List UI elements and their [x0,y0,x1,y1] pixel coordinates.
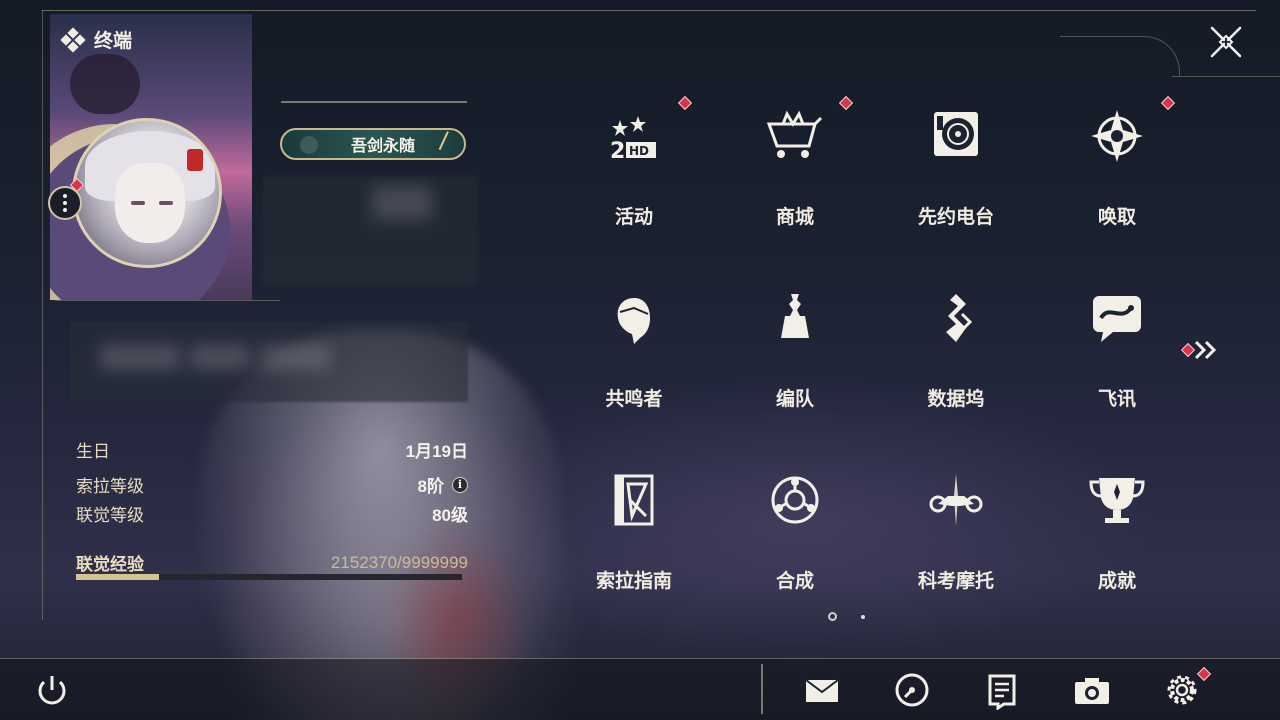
menu-item-convene[interactable]: 唤取 [1067,94,1176,234]
stat-union-level: 联觉等级 80级 [76,501,468,526]
menu-item-event[interactable]: 2 HD 活动 [584,94,693,234]
menu-item-shop[interactable]: 商城 [745,94,854,234]
event-badge [677,95,693,111]
union-level-label: 联觉等级 [76,506,144,525]
bottom-divider-line [0,658,1280,659]
menu-item-label: 科考摩托 [917,571,994,592]
menu-item-guidebook[interactable]: 索拉指南 [584,458,684,598]
sola-level-value: 8阶 [417,477,444,496]
convene-badge [1160,95,1176,111]
guidebook-icon [604,470,664,530]
stat-union-exp: 联觉经验 2152370/9999999 [76,550,468,575]
menu-item-label: 共鸣者 [605,389,663,410]
motorcycle-icon [926,470,986,530]
chess-team-icon [765,288,825,348]
menu-item-motorcycle[interactable]: 科考摩托 [906,458,1006,598]
stat-birthday: 生日 1月19日 [76,437,468,462]
page-indicator [828,612,865,621]
radio-disc-icon [926,106,986,166]
close-icon[interactable] [1208,24,1244,60]
hidden-player-name [262,176,478,286]
birthday-value: 1月19日 [405,442,468,461]
synthesis-icon [765,470,825,530]
title-nameplate[interactable]: 吾剑永随 [280,128,466,160]
hidden-player-signature [70,322,468,402]
feather-icon [438,131,464,157]
page-header: 终端 [60,26,133,53]
page-dot-active[interactable] [828,612,837,621]
resonator-head-icon [604,288,664,348]
stat-sola-level: 索拉等级 8阶 i [76,472,468,497]
frame-left-line [42,10,43,620]
svg-text:HD: HD [629,144,649,158]
avatar-eye-right [159,201,173,205]
bottom-vertical-divider [761,664,763,714]
terminal-diamond-icon [60,26,86,53]
notice-icon[interactable] [982,670,1022,711]
avatar-ribbon [187,149,203,171]
menu-item-label: 索拉指南 [595,571,672,592]
union-exp-bar [76,574,462,580]
more-options-button[interactable] [48,186,82,220]
avatar[interactable] [72,118,222,268]
union-exp-value: 2152370/9999999 [330,552,468,572]
nameplate-divider [281,101,467,103]
camera-icon[interactable] [1072,670,1112,710]
info-icon[interactable]: i [452,476,468,493]
menu-item-label: 飞讯 [1097,389,1136,410]
menu-item-databank[interactable]: 数据坞 [906,276,1006,416]
frame-curve [1060,36,1180,76]
menu-item-messages[interactable]: 飞讯 [1067,276,1167,416]
menu-item-label: 商城 [775,207,814,228]
menu-item-label: 成就 [1097,571,1136,592]
menu-item-resonator[interactable]: 共鸣者 [584,276,684,416]
event-icon: 2 HD [604,106,664,166]
nameplate-text: 吾剑永随 [350,138,415,155]
shop-badge [838,95,854,111]
avatar-face [115,163,185,243]
convene-star-icon [1087,106,1147,166]
menu-item-label: 先约电台 [917,207,994,228]
power-icon[interactable] [32,670,72,710]
sola-level-label: 索拉等级 [76,477,144,496]
birthday-label: 生日 [76,442,110,461]
menu-item-label: 合成 [775,571,814,592]
shop-cart-icon [765,106,825,166]
message-chat-icon [1087,288,1147,348]
svg-text:2: 2 [610,139,625,164]
function-grid: 2 HD 活动 商城 先约电台 唤取 共鸣者 编队 数据坞 飞讯 索拉指南 合成… [584,94,1176,594]
nameplate-portrait-icon [300,136,318,154]
menu-item-label: 唤取 [1097,207,1136,228]
trophy-icon [1087,470,1147,530]
card-divider [55,300,280,301]
menu-item-achievements[interactable]: 成就 [1067,458,1167,598]
union-exp-label: 联觉经验 [76,555,144,574]
page-dot[interactable] [861,614,865,619]
menu-item-label: 编队 [775,389,814,410]
mail-icon[interactable] [802,670,842,710]
frame-top-line [42,10,1256,11]
menu-item-radio[interactable]: 先约电台 [906,94,1006,234]
card-character-silhouette [70,54,140,114]
avatar-eye-left [131,201,145,205]
menu-item-label: 活动 [614,207,653,228]
page-title: 终端 [94,31,133,52]
settings-icon[interactable] [1162,670,1202,710]
union-exp-fill [76,574,160,580]
frame-right-line [1172,76,1280,77]
menu-item-synthesis[interactable]: 合成 [745,458,845,598]
menu-item-label: 数据坞 [927,389,985,410]
union-level-value: 80级 [432,506,468,525]
data-bank-icon [926,288,986,348]
menu-item-team[interactable]: 编队 [745,276,845,416]
clock-icon[interactable] [892,670,932,710]
next-page-chevron-icon[interactable] [1182,338,1222,362]
